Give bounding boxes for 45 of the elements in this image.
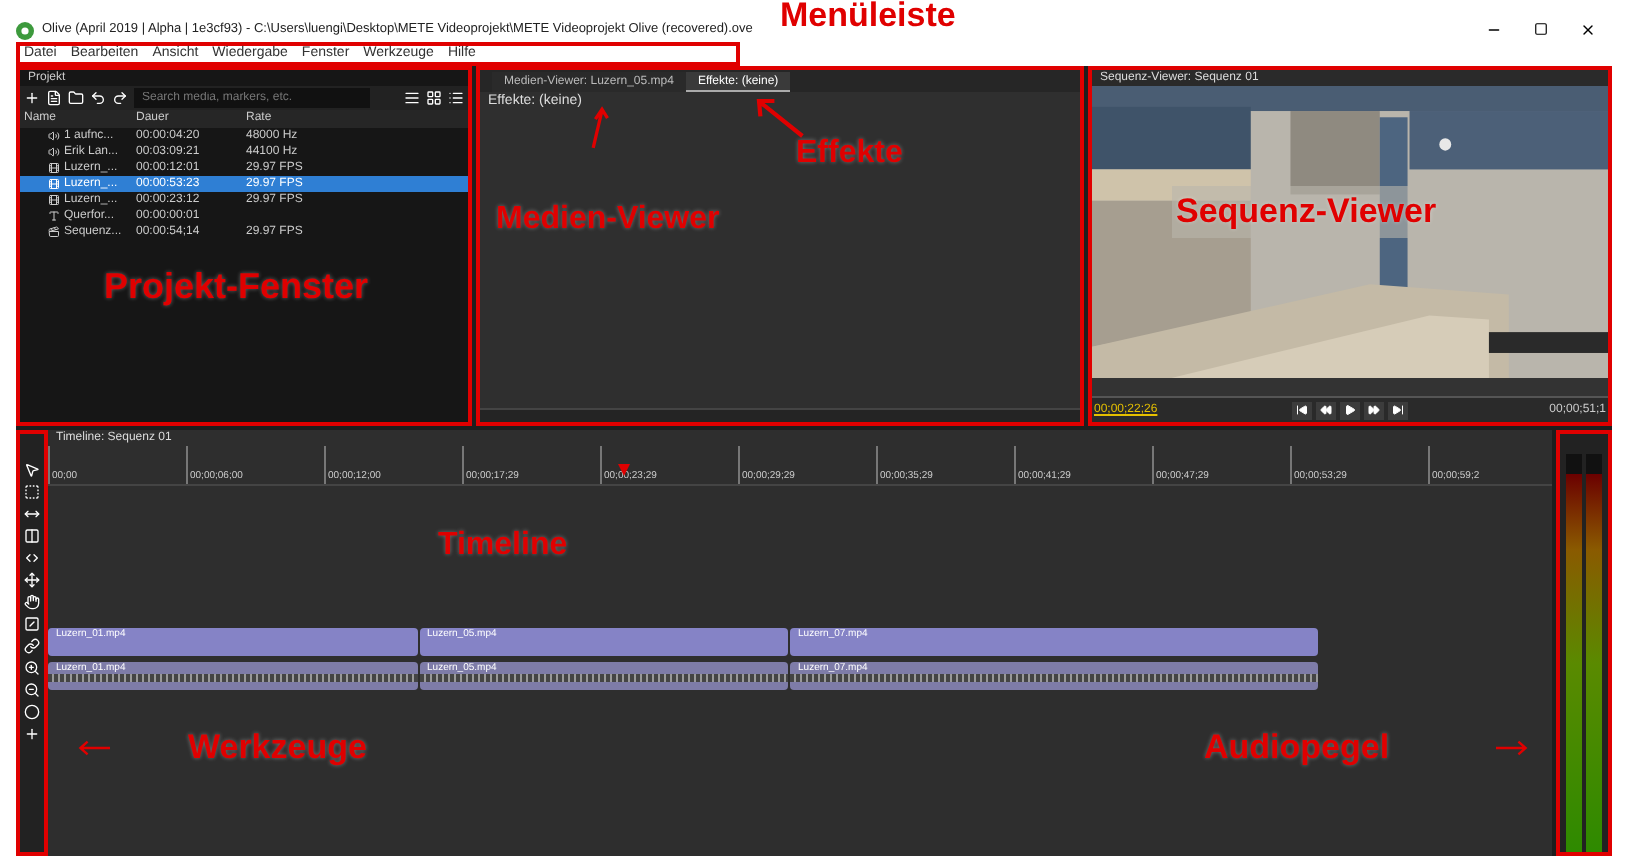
speaker-icon bbox=[48, 130, 60, 142]
film-icon bbox=[48, 162, 60, 174]
record-icon[interactable] bbox=[24, 704, 40, 720]
document-icon[interactable] bbox=[46, 90, 62, 106]
audio-levels-annotation: Audiopegel bbox=[1204, 726, 1390, 770]
folder-icon[interactable] bbox=[68, 90, 84, 106]
app-logo-icon bbox=[16, 21, 34, 39]
film-icon bbox=[48, 194, 60, 206]
skip-back-button[interactable] bbox=[1292, 401, 1312, 419]
zoom-in-icon[interactable] bbox=[24, 660, 40, 676]
undo-icon[interactable] bbox=[90, 90, 106, 106]
fast-forward-button[interactable] bbox=[1364, 401, 1384, 419]
dashed-square-icon[interactable] bbox=[24, 484, 40, 500]
plus-icon[interactable] bbox=[24, 726, 40, 742]
speaker-icon bbox=[48, 146, 60, 158]
move-icon[interactable] bbox=[24, 572, 40, 588]
rewind-button[interactable] bbox=[1316, 401, 1336, 419]
sequence-viewer-annotation: Sequenz-Viewer bbox=[1172, 186, 1441, 237]
slashed-square-icon[interactable] bbox=[24, 616, 40, 632]
grid-view-icon[interactable] bbox=[426, 90, 442, 106]
plus-icon[interactable] bbox=[24, 90, 40, 106]
timeline-annotation: Timeline bbox=[438, 526, 568, 566]
tools-annotation: Werkzeuge bbox=[188, 726, 367, 770]
horizontal-scrollbar[interactable] bbox=[480, 408, 1080, 422]
menu-bar-annotation: Menüleiste bbox=[780, 0, 956, 32]
tree-view-icon[interactable] bbox=[448, 90, 464, 106]
chevrons-icon[interactable] bbox=[24, 550, 40, 566]
columns-icon[interactable] bbox=[24, 528, 40, 544]
link-icon[interactable] bbox=[24, 638, 40, 654]
close-icon[interactable] bbox=[1580, 22, 1596, 38]
horizontal-arrows-icon[interactable] bbox=[24, 506, 40, 522]
skip-forward-button[interactable] bbox=[1388, 401, 1408, 419]
project-window-annotation: Projekt-Fenster bbox=[104, 264, 369, 310]
pointer-icon[interactable] bbox=[24, 462, 40, 478]
zoom-out-icon[interactable] bbox=[24, 682, 40, 698]
media-viewer-annotation: Medien-Viewer bbox=[496, 200, 720, 240]
hand-icon[interactable] bbox=[24, 594, 40, 610]
redo-icon[interactable] bbox=[112, 90, 128, 106]
maximize-icon[interactable] bbox=[1534, 22, 1548, 36]
effects-annotation: Effekte bbox=[796, 134, 903, 174]
list-view-icon[interactable] bbox=[404, 90, 420, 106]
text-icon bbox=[48, 210, 60, 222]
clapperboard-icon bbox=[48, 226, 60, 238]
play-button[interactable] bbox=[1340, 401, 1360, 419]
film-icon bbox=[48, 178, 60, 190]
